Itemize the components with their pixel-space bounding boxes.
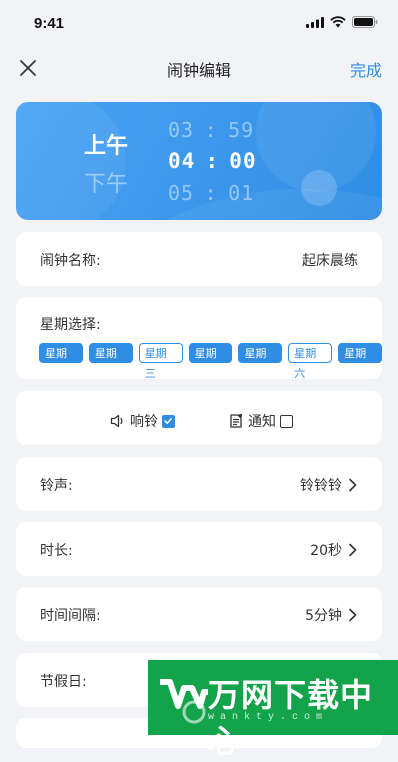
time-separator: : (204, 118, 218, 142)
ringtone-value: 铃铃铃 (300, 478, 342, 494)
interval-value: 5分钟 (305, 608, 342, 624)
interval-label: 时间间隔: (40, 608, 101, 624)
alarm-name-label: 闹钟名称: (40, 253, 101, 269)
ringtone-value-wrap: 铃铃铃 (300, 475, 358, 495)
speaker-icon (110, 414, 123, 428)
minute-prev: 59 (228, 118, 255, 142)
day-chip-sat[interactable]: 星期六 (288, 343, 333, 380)
minute-next: 01 (228, 181, 255, 205)
chevron-right-icon (349, 478, 357, 492)
period-am[interactable]: 上午 (84, 128, 128, 160)
week-label: 星期选择: (40, 317, 101, 333)
notification-icon (230, 413, 243, 428)
chevron-right-icon (349, 608, 357, 622)
signal-icon (306, 16, 324, 28)
time-next: 05:01 (168, 181, 254, 205)
interval-value-wrap: 5分钟 (305, 605, 358, 625)
holiday-label: 节假日: (40, 674, 87, 690)
time-picker[interactable]: 上午 下午 03:59 04:00 05:01 (16, 102, 382, 220)
watermark-sub: wankty.com (208, 712, 329, 723)
status-icons (306, 16, 378, 28)
battery-icon (352, 16, 378, 28)
time-separator: : (205, 149, 220, 173)
week-selector: 星期选择: 星期一 星期二 星期三 星期四 星期五 星期六 星期日 (16, 297, 383, 380)
watermark-overlay: 万网下载中心 wankty.com (148, 660, 398, 760)
day-chip-wed[interactable]: 星期三 (138, 343, 183, 380)
status-time: 9:41 (34, 15, 65, 32)
minute-current[interactable]: 00 (229, 149, 256, 173)
week-chips: 星期一 星期二 星期三 星期四 星期五 星期六 星期日 (39, 343, 383, 380)
page-title: 闹钟编辑 (166, 61, 231, 80)
interval-row[interactable]: 时间间隔: 5分钟 (16, 587, 382, 641)
day-chip-sun[interactable]: 星期日 (338, 343, 383, 380)
duration-value-wrap: 20秒 (310, 540, 358, 560)
ring-option[interactable]: 响铃 (110, 411, 175, 431)
watermark-logo-icon (160, 679, 208, 724)
notify-option[interactable]: 通知 (228, 411, 293, 431)
wifi-icon (330, 16, 346, 28)
ringtone-label: 铃声: (40, 478, 73, 494)
check-icon (164, 417, 172, 424)
chevron-right-icon (349, 543, 357, 557)
time-current[interactable]: 04:00 (168, 149, 257, 173)
ring-checkbox[interactable] (162, 414, 175, 428)
time-prev: 03:59 (168, 118, 254, 142)
duration-row[interactable]: 时长: 20秒 (16, 522, 382, 576)
day-chip-fri[interactable]: 星期五 (238, 343, 283, 380)
notify-label: 通知 (248, 414, 276, 430)
ringtone-row[interactable]: 铃声: 铃铃铃 (16, 457, 382, 511)
alarm-name-value[interactable]: 起床晨练 (302, 250, 358, 270)
ring-label: 响铃 (130, 414, 158, 430)
period-pm[interactable]: 下午 (84, 166, 128, 198)
done-button[interactable]: 完成 (350, 57, 382, 81)
notify-checkbox[interactable] (280, 414, 293, 428)
time-separator: : (204, 181, 218, 205)
nav-bar: 闹钟编辑 完成 (0, 44, 398, 92)
day-chip-thu[interactable]: 星期四 (188, 343, 233, 380)
status-bar: 9:41 (0, 0, 398, 44)
day-chip-tue[interactable]: 星期二 (88, 343, 133, 380)
hour-current[interactable]: 04 (168, 149, 195, 173)
alert-options: 响铃 通知 (16, 391, 382, 445)
duration-label: 时长: (40, 543, 73, 559)
day-chip-mon[interactable]: 星期一 (39, 343, 83, 380)
hour-next: 05 (168, 181, 195, 205)
hour-prev: 03 (168, 118, 195, 142)
alarm-name-row[interactable]: 闹钟名称: 起床晨练 (16, 232, 382, 286)
duration-value: 20秒 (310, 543, 342, 559)
